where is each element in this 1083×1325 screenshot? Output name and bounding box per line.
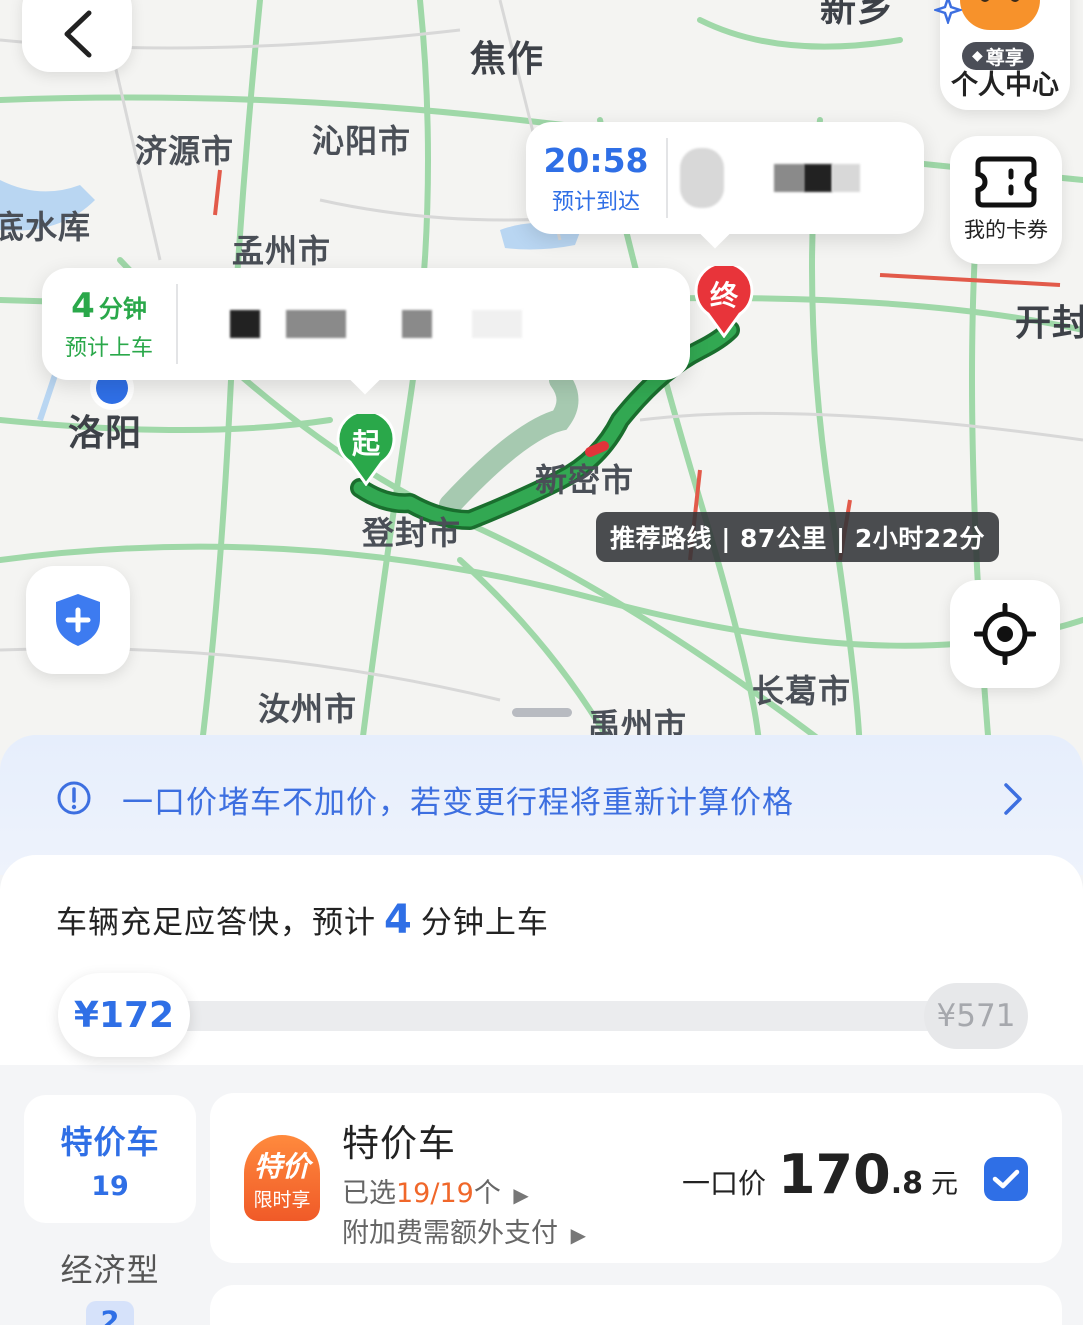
route-map[interactable]: 焦作 新乡 济源市 沁阳市 底水库 孟州市 开封 洛阳 登封市 新密市 汝州市 … bbox=[0, 0, 1083, 760]
price-slider-track[interactable] bbox=[70, 1001, 1020, 1031]
redacted-address bbox=[286, 310, 346, 338]
chevron-left-icon bbox=[64, 10, 92, 58]
price-slider-max: ¥571 bbox=[924, 983, 1028, 1049]
locate-me-button[interactable] bbox=[950, 580, 1060, 688]
arrival-label: 预计到达 bbox=[551, 189, 640, 215]
category-tab-economy[interactable]: 经济型 2 bbox=[24, 1245, 196, 1325]
eta-line: 车辆充足应答快，预计 4 分钟上车 bbox=[56, 897, 549, 943]
city-label: 焦作 bbox=[470, 39, 545, 80]
price-decimal: .8 bbox=[890, 1166, 923, 1201]
extra-fee-link[interactable]: 附加费需额外支付 ▶ bbox=[342, 1211, 586, 1250]
coupon-icon bbox=[975, 156, 1037, 208]
city-label: 长葛市 bbox=[752, 672, 852, 710]
pickup-minutes: 4 bbox=[71, 286, 95, 326]
redacted-address bbox=[402, 310, 432, 338]
pickup-minutes-unit: 分钟 bbox=[98, 295, 147, 323]
arrival-bubble[interactable]: 20:58 预计到达 bbox=[526, 122, 924, 249]
city-label: 汝州市 bbox=[258, 690, 358, 728]
price-unit: 元 bbox=[931, 1169, 958, 1200]
map-roads bbox=[0, 0, 1083, 760]
city-label: 新乡 bbox=[820, 0, 895, 30]
eta-minutes: 4 bbox=[384, 897, 413, 943]
car-option-card[interactable] bbox=[210, 1285, 1062, 1325]
avatar bbox=[960, 0, 1040, 30]
info-icon bbox=[57, 781, 91, 815]
category-name: 特价车 bbox=[60, 1122, 160, 1161]
shield-plus-icon bbox=[56, 594, 100, 646]
check-icon bbox=[992, 1169, 1020, 1189]
caret-right-icon: ▶ bbox=[513, 1183, 529, 1207]
safety-center-button[interactable] bbox=[26, 566, 130, 674]
redacted-address bbox=[804, 164, 832, 192]
sheet-drag-handle[interactable] bbox=[512, 708, 572, 717]
redacted-address bbox=[774, 164, 804, 192]
city-label: 新密市 bbox=[535, 461, 635, 499]
pickup-bubble[interactable]: 4 分钟 预计上车 bbox=[42, 268, 690, 395]
city-label: 孟州市 bbox=[232, 232, 332, 270]
city-label: 济源市 bbox=[135, 132, 235, 170]
pickup-label: 预计上车 bbox=[64, 336, 153, 361]
city-label: 登封市 bbox=[362, 514, 462, 552]
diamond-icon: ◆ bbox=[972, 48, 983, 64]
category-name: 经济型 bbox=[60, 1251, 160, 1289]
route-summary-tag[interactable]: 推荐路线 | 87公里 | 2小时22分 bbox=[596, 512, 1000, 562]
chevron-right-icon bbox=[1004, 783, 1022, 815]
redacted-address bbox=[230, 310, 260, 338]
city-label: 洛阳 bbox=[68, 413, 143, 454]
crosshair-icon bbox=[974, 603, 1036, 665]
category-count: 2 bbox=[86, 1301, 134, 1325]
vip-badge: ◆ 尊享 bbox=[962, 42, 1034, 70]
category-tab-special[interactable]: 特价车 19 bbox=[24, 1095, 196, 1223]
eta-suffix: 分钟上车 bbox=[420, 905, 549, 941]
category-count: 19 bbox=[91, 1170, 129, 1202]
start-pin[interactable]: 起 bbox=[336, 409, 396, 487]
my-coupons-button[interactable]: 我的卡券 bbox=[950, 136, 1062, 264]
selected-count-link[interactable]: 已选19/19个 ▶ bbox=[342, 1171, 529, 1210]
car-option-card[interactable]: 特价 限时享 特价车 已选19/19个 ▶ 附加费需额外支付 ▶ 一口价 170… bbox=[210, 1093, 1062, 1263]
eta-prefix: 车辆充足应答快，预计 bbox=[56, 905, 376, 941]
car-price: 一口价 170 .8 元 bbox=[682, 1143, 958, 1206]
end-pin[interactable]: 终 bbox=[694, 261, 754, 339]
ride-options-panel: 车辆充足应答快，预计 4 分钟上车 ¥571 ¥172 特价车 19 经济型 2… bbox=[0, 855, 1083, 1325]
price-slider-knob[interactable]: ¥172 bbox=[58, 973, 190, 1057]
select-checkbox[interactable] bbox=[984, 1157, 1028, 1201]
city-label: 底水库 bbox=[0, 208, 92, 246]
car-option-title: 特价车 bbox=[342, 1122, 456, 1165]
coupon-label: 我的卡券 bbox=[964, 218, 1048, 242]
city-label: 开封 bbox=[1015, 303, 1083, 344]
notice-text: 一口价堵车不加价，若变更行程将重新计算价格 bbox=[122, 785, 794, 821]
caret-right-icon: ▶ bbox=[570, 1223, 586, 1247]
city-label: 沁阳市 bbox=[312, 122, 412, 160]
redacted-address bbox=[832, 164, 860, 192]
special-price-logo: 特价 限时享 bbox=[244, 1135, 320, 1221]
redacted-address bbox=[472, 310, 522, 338]
arrival-time: 20:58 bbox=[543, 140, 649, 180]
back-button[interactable] bbox=[22, 0, 132, 72]
redacted-address bbox=[680, 148, 724, 208]
price-integer: 170 bbox=[777, 1143, 891, 1206]
price-label: 一口价 bbox=[681, 1167, 766, 1200]
price-notice-banner[interactable]: 一口价堵车不加价，若变更行程将重新计算价格 bbox=[0, 735, 1083, 875]
personal-center-button[interactable]: ◆ 尊享 个人中心 bbox=[934, 0, 1070, 110]
sparkle-icon bbox=[934, 0, 962, 24]
